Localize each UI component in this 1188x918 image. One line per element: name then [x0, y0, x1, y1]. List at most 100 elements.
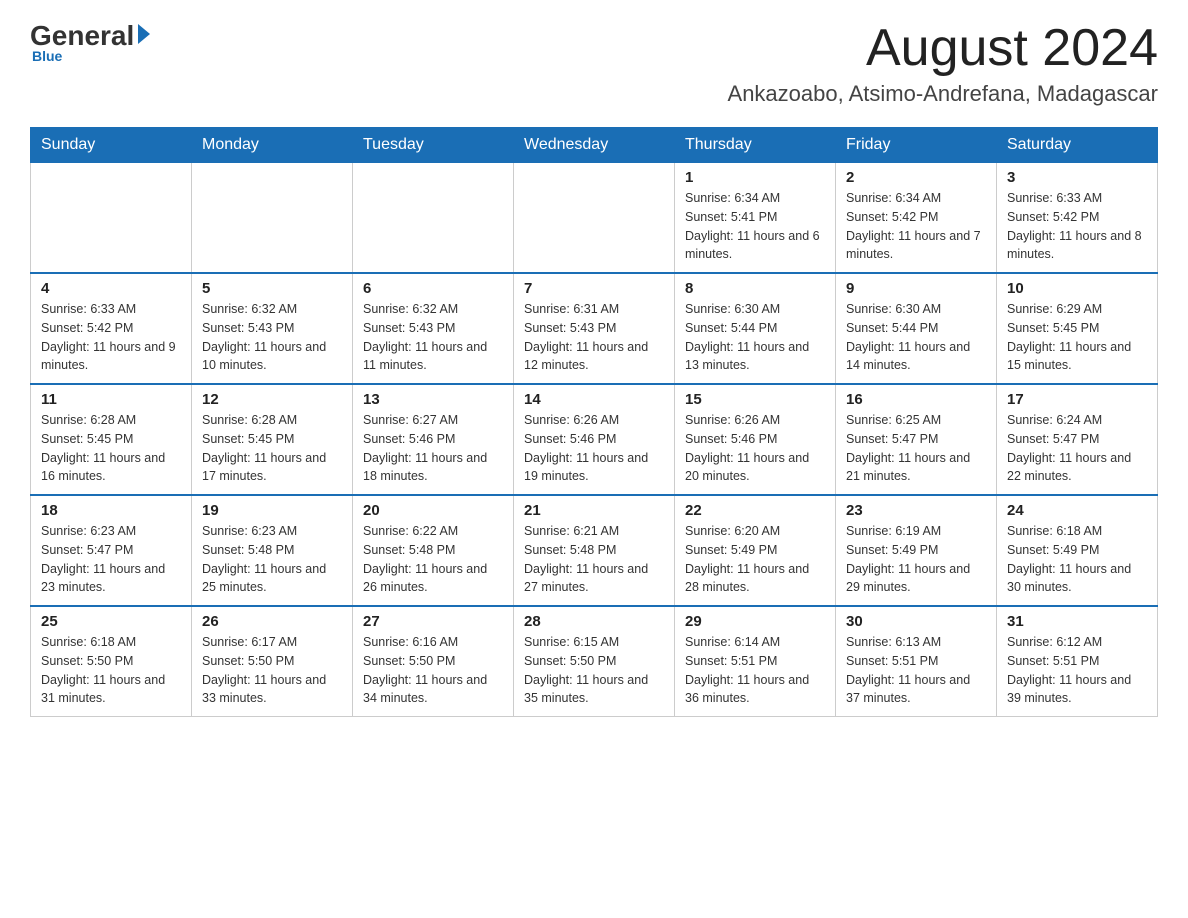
day-number: 13 — [363, 391, 503, 408]
day-number: 9 — [846, 280, 986, 297]
col-monday: Monday — [192, 128, 353, 163]
day-number: 27 — [363, 613, 503, 630]
calendar-cell — [514, 163, 675, 274]
calendar-cell — [192, 163, 353, 274]
calendar-week-4: 18 Sunrise: 6:23 AMSunset: 5:47 PMDayligh… — [31, 495, 1158, 606]
calendar-cell: 27 Sunrise: 6:16 AMSunset: 5:50 PMDayligh… — [353, 606, 514, 717]
logo: General Blue — [30, 20, 150, 64]
col-sunday: Sunday — [31, 128, 192, 163]
day-info: Sunrise: 6:15 AMSunset: 5:50 PMDaylight:… — [524, 633, 664, 708]
day-number: 11 — [41, 391, 181, 408]
day-number: 17 — [1007, 391, 1147, 408]
calendar-cell: 13 Sunrise: 6:27 AMSunset: 5:46 PMDayligh… — [353, 384, 514, 495]
day-info: Sunrise: 6:21 AMSunset: 5:48 PMDaylight:… — [524, 522, 664, 597]
day-number: 23 — [846, 502, 986, 519]
calendar-cell: 11Sunrise: 6:28 AMSunset: 5:45 PMDayligh… — [31, 384, 192, 495]
calendar-table: Sunday Monday Tuesday Wednesday Thursday… — [30, 127, 1158, 717]
day-info: Sunrise: 6:22 AMSunset: 5:48 PMDaylight:… — [363, 522, 503, 597]
day-info: Sunrise: 6:23 AMSunset: 5:48 PMDaylight:… — [202, 522, 342, 597]
calendar-cell: 9 Sunrise: 6:30 AMSunset: 5:44 PMDaylight… — [836, 273, 997, 384]
day-number: 22 — [685, 502, 825, 519]
day-number: 26 — [202, 613, 342, 630]
calendar-cell: 16Sunrise: 6:25 AMSunset: 5:47 PMDayligh… — [836, 384, 997, 495]
logo-triangle-icon — [138, 24, 150, 44]
day-info: Sunrise: 6:24 AMSunset: 5:47 PMDaylight:… — [1007, 411, 1147, 486]
day-info: Sunrise: 6:33 AMSunset: 5:42 PMDaylight:… — [41, 300, 181, 375]
day-number: 28 — [524, 613, 664, 630]
calendar-cell: 14 Sunrise: 6:26 AMSunset: 5:46 PMDayligh… — [514, 384, 675, 495]
calendar-cell: 2Sunrise: 6:34 AMSunset: 5:42 PMDaylight… — [836, 163, 997, 274]
day-info: Sunrise: 6:34 AMSunset: 5:42 PMDaylight:… — [846, 189, 986, 264]
day-info: Sunrise: 6:28 AMSunset: 5:45 PMDaylight:… — [202, 411, 342, 486]
calendar-week-2: 4Sunrise: 6:33 AMSunset: 5:42 PMDaylight… — [31, 273, 1158, 384]
calendar-cell: 12 Sunrise: 6:28 AMSunset: 5:45 PMDayligh… — [192, 384, 353, 495]
calendar-cell: 28 Sunrise: 6:15 AMSunset: 5:50 PMDayligh… — [514, 606, 675, 717]
calendar-cell: 29 Sunrise: 6:14 AMSunset: 5:51 PMDayligh… — [675, 606, 836, 717]
day-info: Sunrise: 6:17 AMSunset: 5:50 PMDaylight:… — [202, 633, 342, 708]
calendar-cell — [353, 163, 514, 274]
day-number: 1 — [685, 169, 825, 186]
day-number: 12 — [202, 391, 342, 408]
day-info: Sunrise: 6:29 AMSunset: 5:45 PMDaylight:… — [1007, 300, 1147, 375]
day-number: 19 — [202, 502, 342, 519]
calendar-cell: 10 Sunrise: 6:29 AMSunset: 5:45 PMDayligh… — [997, 273, 1158, 384]
calendar-cell: 24Sunrise: 6:18 AMSunset: 5:49 PMDayligh… — [997, 495, 1158, 606]
calendar-cell: 3 Sunrise: 6:33 AMSunset: 5:42 PMDaylight… — [997, 163, 1158, 274]
day-number: 29 — [685, 613, 825, 630]
logo-blue: Blue — [30, 48, 62, 64]
calendar-cell: 5Sunrise: 6:32 AMSunset: 5:43 PMDaylight… — [192, 273, 353, 384]
calendar-cell: 18 Sunrise: 6:23 AMSunset: 5:47 PMDayligh… — [31, 495, 192, 606]
header-row: Sunday Monday Tuesday Wednesday Thursday… — [31, 128, 1158, 163]
day-info: Sunrise: 6:18 AMSunset: 5:50 PMDaylight:… — [41, 633, 181, 708]
location-title: Ankazoabo, Atsimo-Andrefana, Madagascar — [728, 81, 1158, 107]
day-info: Sunrise: 6:30 AMSunset: 5:44 PMDaylight:… — [846, 300, 986, 375]
calendar-week-3: 11 Sunrise: 6:28 AMSunset: 5:45 PMDayligh… — [31, 384, 1158, 495]
calendar-cell: 15 Sunrise: 6:26 AMSunset: 5:46 PMDayligh… — [675, 384, 836, 495]
day-number: 16 — [846, 391, 986, 408]
calendar-cell: 8 Sunrise: 6:30 AMSunset: 5:44 PMDaylight… — [675, 273, 836, 384]
day-number: 14 — [524, 391, 664, 408]
month-title: August 2024 — [728, 20, 1158, 77]
calendar-cell: 17 Sunrise: 6:24 AMSunset: 5:47 PMDayligh… — [997, 384, 1158, 495]
day-number: 6 — [363, 280, 503, 297]
day-number: 8 — [685, 280, 825, 297]
calendar-cell: 26 Sunrise: 6:17 AMSunset: 5:50 PMDayligh… — [192, 606, 353, 717]
col-wednesday: Wednesday — [514, 128, 675, 163]
title-section: August 2024 Ankazoabo, Atsimo-Andrefana,… — [728, 20, 1158, 107]
day-number: 18 — [41, 502, 181, 519]
day-number: 21 — [524, 502, 664, 519]
day-info: Sunrise: 6:33 AMSunset: 5:42 PMDaylight:… — [1007, 189, 1147, 264]
col-tuesday: Tuesday — [353, 128, 514, 163]
day-info: Sunrise: 6:26 AMSunset: 5:46 PMDaylight:… — [685, 411, 825, 486]
calendar-cell: 23 Sunrise: 6:19 AMSunset: 5:49 PMDayligh… — [836, 495, 997, 606]
calendar-cell: 25Sunrise: 6:18 AMSunset: 5:50 PMDayligh… — [31, 606, 192, 717]
day-info: Sunrise: 6:30 AMSunset: 5:44 PMDaylight:… — [685, 300, 825, 375]
col-saturday: Saturday — [997, 128, 1158, 163]
day-number: 20 — [363, 502, 503, 519]
calendar-cell: 21 Sunrise: 6:21 AMSunset: 5:48 PMDayligh… — [514, 495, 675, 606]
calendar-week-5: 25Sunrise: 6:18 AMSunset: 5:50 PMDayligh… — [31, 606, 1158, 717]
day-info: Sunrise: 6:13 AMSunset: 5:51 PMDaylight:… — [846, 633, 986, 708]
day-info: Sunrise: 6:27 AMSunset: 5:46 PMDaylight:… — [363, 411, 503, 486]
day-info: Sunrise: 6:19 AMSunset: 5:49 PMDaylight:… — [846, 522, 986, 597]
day-number: 3 — [1007, 169, 1147, 186]
calendar-cell: 1 Sunrise: 6:34 AMSunset: 5:41 PMDaylight… — [675, 163, 836, 274]
day-info: Sunrise: 6:26 AMSunset: 5:46 PMDaylight:… — [524, 411, 664, 486]
day-info: Sunrise: 6:34 AMSunset: 5:41 PMDaylight:… — [685, 189, 825, 264]
day-info: Sunrise: 6:18 AMSunset: 5:49 PMDaylight:… — [1007, 522, 1147, 597]
day-number: 15 — [685, 391, 825, 408]
day-info: Sunrise: 6:23 AMSunset: 5:47 PMDaylight:… — [41, 522, 181, 597]
day-info: Sunrise: 6:16 AMSunset: 5:50 PMDaylight:… — [363, 633, 503, 708]
calendar-cell: 22Sunrise: 6:20 AMSunset: 5:49 PMDayligh… — [675, 495, 836, 606]
day-number: 31 — [1007, 613, 1147, 630]
day-info: Sunrise: 6:14 AMSunset: 5:51 PMDaylight:… — [685, 633, 825, 708]
calendar-cell: 30Sunrise: 6:13 AMSunset: 5:51 PMDayligh… — [836, 606, 997, 717]
day-info: Sunrise: 6:32 AMSunset: 5:43 PMDaylight:… — [363, 300, 503, 375]
calendar-cell: 19 Sunrise: 6:23 AMSunset: 5:48 PMDayligh… — [192, 495, 353, 606]
calendar-week-1: 1 Sunrise: 6:34 AMSunset: 5:41 PMDaylight… — [31, 163, 1158, 274]
calendar-cell: 7Sunrise: 6:31 AMSunset: 5:43 PMDaylight… — [514, 273, 675, 384]
day-number: 10 — [1007, 280, 1147, 297]
col-thursday: Thursday — [675, 128, 836, 163]
calendar-cell: 20 Sunrise: 6:22 AMSunset: 5:48 PMDayligh… — [353, 495, 514, 606]
col-friday: Friday — [836, 128, 997, 163]
